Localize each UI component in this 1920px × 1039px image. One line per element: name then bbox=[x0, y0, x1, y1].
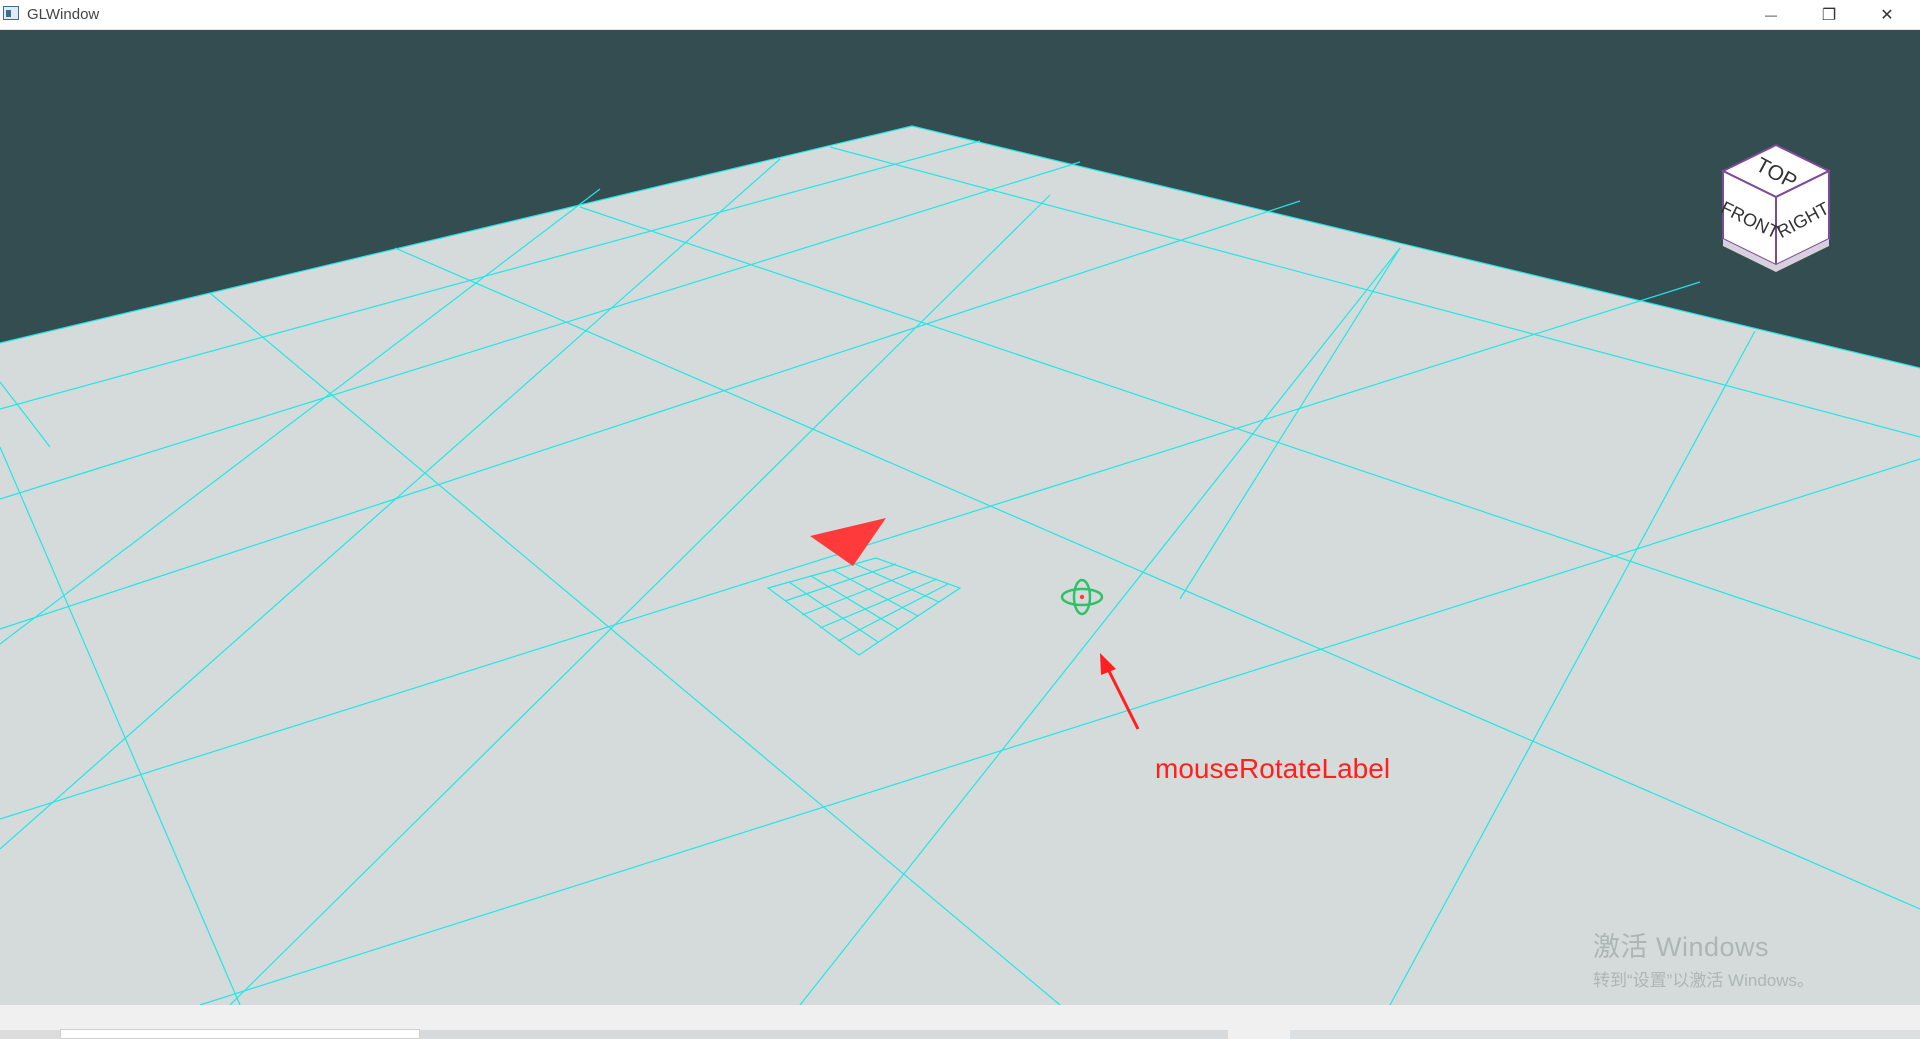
minimize-button[interactable]: — bbox=[1742, 0, 1800, 29]
taskbar-search-box[interactable] bbox=[60, 1029, 420, 1039]
window-title: GLWindow bbox=[27, 6, 100, 23]
close-button[interactable]: ✕ bbox=[1858, 0, 1916, 29]
taskbar-strip bbox=[0, 1005, 1920, 1039]
app-window-icon bbox=[3, 6, 19, 20]
restore-icon: ❐ bbox=[1821, 6, 1837, 24]
maximize-button[interactable]: ❐ bbox=[1800, 0, 1858, 29]
taskbar-tray-area[interactable] bbox=[1290, 1030, 1920, 1039]
taskbar-segment bbox=[0, 1030, 60, 1039]
taskbar-apps-area[interactable] bbox=[420, 1030, 1228, 1039]
ground-plane bbox=[0, 126, 1920, 1005]
scene-canvas[interactable]: TOP FRONT RIGHT bbox=[0, 29, 1920, 1005]
annotation-label: mouseRotateLabel bbox=[1155, 753, 1391, 784]
watermark-subtitle: 转到“设置”以激活 Windows。 bbox=[1593, 971, 1815, 990]
watermark-title: 激活 Windows bbox=[1593, 932, 1770, 962]
gl-viewport[interactable]: TOP FRONT RIGHT mouseRotateLabel bbox=[0, 29, 1920, 1005]
activation-watermark: 激活 Windows 转到“设置”以激活 Windows。 bbox=[1593, 925, 1814, 991]
minimize-icon: — bbox=[1765, 7, 1777, 22]
title-bar: GLWindow — ❐ ✕ bbox=[0, 0, 1920, 30]
close-icon: ✕ bbox=[1880, 6, 1894, 24]
